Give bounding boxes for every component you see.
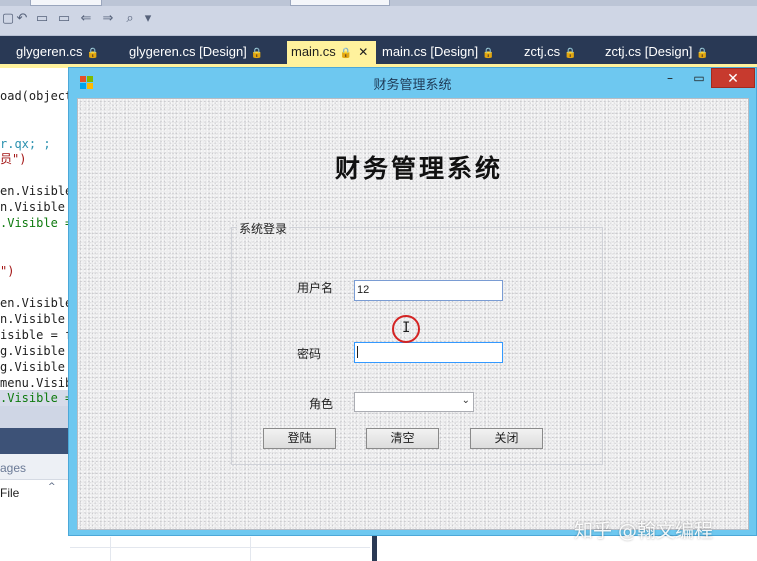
bookmark-clear-icon[interactable]: ⌕: [122, 12, 138, 26]
horizontal-scrollbar[interactable]: [0, 406, 70, 428]
document-tabs: glygeren.cs 🔒 glygeren.cs [Design] 🔒 main.…: [0, 36, 757, 64]
grid-divider: [250, 537, 251, 561]
close-window-button[interactable]: ✕: [711, 68, 755, 88]
tab-main-design[interactable]: main.cs [Design] 🔒: [378, 41, 495, 64]
login-button[interactable]: 登陆: [263, 428, 336, 449]
tab-main-cs[interactable]: main.cs 🔒 ✕: [287, 41, 376, 64]
role-label: 角色: [309, 397, 334, 411]
watermark: 知乎 @翰文编程: [574, 520, 714, 542]
code-line: "): [0, 264, 15, 278]
password-label: 密码: [297, 347, 322, 361]
code-line: r.qx; ;: [0, 137, 51, 151]
code-line: en.Visible: [0, 296, 70, 310]
banner: 财务管理系统: [294, 145, 544, 185]
toolbar-combo-2[interactable]: [290, 0, 390, 6]
lock-icon: 🔒: [339, 48, 353, 59]
code-editor[interactable]: oad(object r.qx; ; 员") en.Visible n.Visi…: [0, 68, 70, 408]
ibeam-cursor-icon: I: [402, 320, 411, 336]
panel-title-bar: [0, 428, 70, 454]
bookmark-prev-icon[interactable]: ⇐: [78, 12, 94, 26]
toolbar-combo[interactable]: [30, 0, 102, 6]
maximize-button[interactable]: ▭: [687, 68, 711, 88]
tab-glygeren-cs[interactable]: glygeren.cs 🔒: [12, 41, 99, 64]
username-field[interactable]: 12: [354, 280, 503, 301]
text-caret: [357, 346, 358, 359]
ide-toolbar: ▢ ↶ ▭ ▭ ⇐ ⇒ ⌕ ▾: [0, 0, 757, 36]
code-line: g.Visible: [0, 360, 66, 374]
code-line: oad(object: [0, 89, 70, 103]
chevron-down-icon[interactable]: ⌄: [462, 395, 470, 406]
tab-label: glygeren.cs: [16, 44, 83, 59]
login-window: 财务管理系统 – ▭ ✕ 财务管理系统 系统登录 用户名 12 密码 角色 ⌄ …: [68, 67, 757, 536]
role-select[interactable]: ⌄: [354, 392, 474, 412]
username-value: 12: [357, 284, 370, 296]
password-field[interactable]: [354, 342, 503, 363]
toolbar-overflow-icon[interactable]: ▾: [140, 12, 156, 26]
grid-divider: [70, 547, 370, 548]
banner-title: 财务管理系统: [334, 154, 503, 183]
bookmark-next-icon[interactable]: ⇒: [100, 12, 116, 26]
minimize-button[interactable]: –: [659, 68, 681, 88]
undo-icon[interactable]: ↶: [14, 12, 30, 26]
comment-icon[interactable]: ▭: [34, 12, 50, 26]
code-line: .Visible =: [0, 390, 70, 406]
tab-label: main.cs: [291, 44, 336, 59]
code-line: 员"): [0, 152, 27, 166]
tab-label: main.cs [Design]: [382, 44, 479, 59]
close-tab-icon[interactable]: ✕: [358, 45, 368, 59]
panel-splitter[interactable]: [372, 532, 377, 561]
close-button[interactable]: 关闭: [470, 428, 543, 449]
tab-label: glygeren.cs [Design]: [129, 44, 247, 59]
panel-grid: [70, 537, 370, 561]
code-line: isible = f: [0, 328, 70, 342]
code-line: g.Visible: [0, 344, 66, 358]
clear-button[interactable]: 清空: [366, 428, 439, 449]
uncomment-icon[interactable]: ▭: [56, 12, 72, 26]
lock-icon: 🔒: [564, 48, 577, 59]
lock-icon: 🔒: [696, 48, 709, 59]
tab-zctj-design[interactable]: zctj.cs [Design] 🔒: [601, 41, 709, 64]
lock-icon: 🔒: [482, 48, 495, 59]
tab-label: zctj.cs [Design]: [605, 44, 693, 59]
grid-divider: [110, 537, 111, 561]
lock-icon: 🔒: [86, 48, 99, 59]
sort-caret-icon[interactable]: ^: [48, 482, 56, 492]
code-line: menu.Visib: [0, 376, 70, 390]
panel-column-header: ages: [0, 461, 27, 475]
output-panel: ages ^ File: [0, 428, 70, 561]
code-line: n.Visible: [0, 200, 66, 214]
panel-row-file[interactable]: File: [0, 486, 19, 500]
tab-zctj-cs[interactable]: zctj.cs 🔒: [520, 41, 577, 64]
code-line: n.Visible: [0, 312, 66, 326]
tab-label: zctj.cs: [524, 44, 561, 59]
groupbox-title: 系统登录: [237, 220, 290, 237]
window-titlebar[interactable]: 财务管理系统 – ▭ ✕: [69, 68, 756, 98]
lock-icon: 🔒: [250, 48, 264, 59]
form-client-area: 财务管理系统 系统登录 用户名 12 密码 角色 ⌄ 登陆 清空 关闭 I: [77, 98, 749, 530]
window-title: 财务管理系统: [373, 78, 452, 93]
code-line: en.Visible: [0, 184, 70, 198]
username-label: 用户名: [297, 281, 334, 295]
tab-glygeren-design[interactable]: glygeren.cs [Design] 🔒: [125, 41, 263, 64]
code-line: .Visible =: [0, 216, 70, 230]
